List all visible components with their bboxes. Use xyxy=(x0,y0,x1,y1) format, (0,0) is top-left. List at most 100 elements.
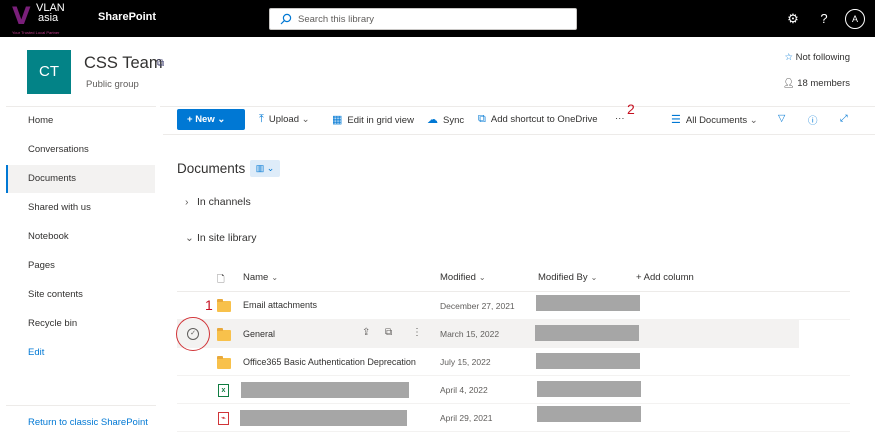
column-label: Modified xyxy=(440,272,476,283)
section-label: In channels xyxy=(197,196,251,208)
redacted-file-name xyxy=(240,410,407,426)
follow-label: Not following xyxy=(795,52,850,63)
nav-item-home[interactable]: Home xyxy=(6,107,155,135)
annotation-number-1: 1 xyxy=(205,297,213,313)
section-label: In site library xyxy=(197,232,257,244)
cloud-sync-icon: ☁ xyxy=(427,114,438,126)
chevron-right-icon: › xyxy=(185,196,189,208)
new-label: New xyxy=(195,114,215,125)
nav-item-site-contents[interactable]: Site contents xyxy=(6,281,155,309)
column-modified[interactable]: Modified ⌄ xyxy=(440,272,486,283)
nav-item-pages[interactable]: Pages xyxy=(6,252,155,280)
chevron-down-icon: ⌄ xyxy=(747,115,758,126)
annotation-number-2: 2 xyxy=(627,101,635,117)
nav-item-notebook[interactable]: Notebook xyxy=(6,223,155,251)
chevron-down-icon: ⌄ xyxy=(590,273,598,282)
company-logo[interactable]: V VLAN asia Your Trusted Local Partner xyxy=(12,2,82,36)
members-button[interactable]: 👤︎ 18 members xyxy=(782,78,850,89)
section-in-site-library[interactable]: ⌄ In site library xyxy=(185,232,257,244)
shortcut-icon[interactable]: ⧉ xyxy=(385,327,392,338)
more-options-button[interactable]: ··· xyxy=(615,113,625,124)
column-label: Name xyxy=(243,272,269,283)
row-name[interactable]: Email attachments xyxy=(243,300,317,310)
shortcut-icon: ⧉ xyxy=(478,113,486,125)
redacted-modified-by xyxy=(537,381,641,397)
view-selector[interactable]: ☰ All Documents ⌄ xyxy=(671,113,758,126)
view-label: All Documents xyxy=(685,115,748,126)
question-icon[interactable]: ? xyxy=(813,8,835,30)
logo-tagline: Your Trusted Local Partner xyxy=(12,30,60,35)
more-actions-icon[interactable]: ⋮ xyxy=(412,327,422,338)
members-label: 18 members xyxy=(797,78,850,89)
edit-grid-label: Edit in grid view xyxy=(347,115,414,126)
sync-button[interactable]: ☁ Sync xyxy=(427,113,464,126)
nav-edit-link[interactable]: Edit xyxy=(6,339,155,367)
follow-button[interactable]: ☆ Not following xyxy=(784,52,850,63)
redacted-modified-by xyxy=(536,295,640,311)
nav-divider xyxy=(6,405,156,406)
nav-item-recycle-bin[interactable]: Recycle bin xyxy=(6,310,155,338)
logo-text-line2: asia xyxy=(38,12,59,24)
add-shortcut-button[interactable]: ⧉ Add shortcut to OneDrive xyxy=(478,113,598,126)
row-name[interactable]: General xyxy=(243,329,275,339)
search-input[interactable] xyxy=(298,11,568,27)
library-title: Documents xyxy=(177,161,246,176)
row-modified: December 27, 2021 xyxy=(440,301,515,311)
nav-item-shared-with-us[interactable]: Shared with us xyxy=(6,194,155,222)
shortcut-label: Add shortcut to OneDrive xyxy=(490,114,598,125)
chevron-down-icon: ⌄ xyxy=(478,273,486,282)
grid-icon: ▦ xyxy=(332,114,343,126)
return-to-classic-link[interactable]: Return to classic SharePoint xyxy=(28,417,148,428)
chevron-down-icon: ⌄ xyxy=(214,114,226,125)
logo-mark: V xyxy=(12,2,31,30)
redacted-file-name xyxy=(241,382,409,398)
upload-icon: ⤒ xyxy=(259,113,264,125)
folder-icon xyxy=(217,328,231,341)
search-box[interactable] xyxy=(269,8,577,30)
library-view-icon[interactable]: ▥ ⌄ xyxy=(250,160,280,177)
new-button[interactable]: + New ⌄ xyxy=(177,109,245,130)
site-title[interactable]: CSS Team xyxy=(84,54,163,73)
left-navigation: Home Conversations Documents Shared with… xyxy=(6,106,156,436)
filter-icon[interactable]: ▽ xyxy=(778,113,785,124)
expand-icon[interactable]: ⤢ xyxy=(840,113,848,124)
nav-item-documents[interactable]: Documents xyxy=(6,165,155,193)
redacted-modified-by xyxy=(537,406,641,422)
folder-icon xyxy=(217,299,231,312)
avatar[interactable]: A xyxy=(845,9,865,29)
add-column-button[interactable]: + Add column xyxy=(636,272,694,283)
column-label: Modified By xyxy=(538,272,588,283)
gear-icon[interactable]: ⚙ xyxy=(782,8,804,30)
share-icon[interactable]: ⇪ xyxy=(362,327,370,338)
row-modified: April 4, 2022 xyxy=(440,385,488,395)
list-view-icon: ☰ xyxy=(671,114,681,126)
plus-icon: + xyxy=(187,114,196,125)
row-modified: March 15, 2022 xyxy=(440,329,500,339)
site-logo[interactable]: CT xyxy=(27,50,71,94)
edit-grid-button[interactable]: ▦ Edit in grid view xyxy=(332,113,414,126)
site-subtitle: Public group xyxy=(86,79,139,90)
row-modified: April 29, 2021 xyxy=(440,413,493,423)
person-icon: 👤︎ xyxy=(782,78,795,89)
chevron-down-icon: ⌄ xyxy=(298,114,310,125)
folder-icon xyxy=(217,356,231,369)
row-select-checkbox[interactable]: ✓ xyxy=(187,328,199,340)
column-name[interactable]: Name ⌄ xyxy=(243,272,278,283)
command-bar-divider xyxy=(163,134,875,135)
chevron-down-icon: ⌄ xyxy=(271,273,279,282)
column-modified-by[interactable]: Modified By ⌄ xyxy=(538,272,597,283)
excel-icon: x xyxy=(218,384,229,397)
nav-item-conversations[interactable]: Conversations xyxy=(6,136,155,164)
section-in-channels[interactable]: › In channels xyxy=(185,196,251,208)
teams-icon[interactable]: ⧉ xyxy=(157,58,164,69)
sync-label: Sync xyxy=(443,115,465,126)
app-name[interactable]: SharePoint xyxy=(98,11,156,23)
row-name[interactable]: Office365 Basic Authentication Deprecati… xyxy=(243,357,416,367)
upload-label: Upload xyxy=(268,114,299,125)
redacted-modified-by xyxy=(536,353,640,369)
search-icon xyxy=(280,13,292,25)
file-type-icon[interactable]: 🗋 xyxy=(217,272,225,288)
chevron-down-icon: ⌄ xyxy=(185,232,194,244)
upload-button[interactable]: ⤒ Upload ⌄ xyxy=(259,113,310,126)
info-icon[interactable]: ⓘ xyxy=(808,113,818,127)
